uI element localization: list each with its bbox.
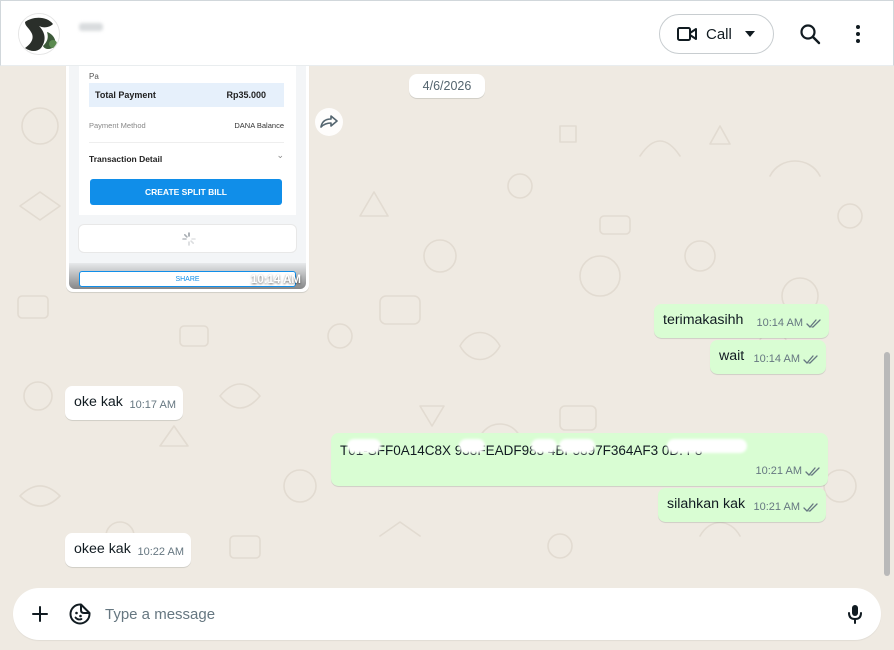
image-message-receipt[interactable]: Pa Total Payment Rp35.000 Payment Method… <box>66 66 309 292</box>
redaction-mark <box>531 439 557 453</box>
receipt-split-bill-button: CREATE SPLIT BILL <box>90 179 282 205</box>
redaction-mark <box>559 439 595 453</box>
receipt-detail-label: Transaction Detail <box>89 154 163 164</box>
message-time: 10:14 AM <box>756 317 803 329</box>
call-button-label: Call <box>706 25 732 43</box>
message-text: wait <box>719 348 745 364</box>
menu-kebab-icon[interactable] <box>846 22 870 46</box>
receipt-method-value: DANA Balance <box>234 121 284 130</box>
message-outgoing[interactable]: T01-SFF0A14C8X 938FEADF983 4BF5897F364AF… <box>331 433 828 486</box>
read-ticks-icon <box>803 502 818 512</box>
chat-scrollbar[interactable] <box>884 352 890 576</box>
message-meta: 10:21 AM <box>756 462 821 481</box>
chevron-down-icon <box>744 31 755 37</box>
receipt-card: Pa Total Payment Rp35.000 Payment Method… <box>79 66 296 215</box>
receipt-total-row: Total Payment Rp35.000 <box>89 83 284 107</box>
message-meta: 10:17 AM <box>130 396 176 415</box>
contact-avatar[interactable] <box>18 13 60 55</box>
image-message-time: 10:14 AM <box>250 274 301 286</box>
message-outgoing[interactable]: silahkan kak 10:21 AM <box>658 488 826 522</box>
redaction-mark <box>459 439 485 453</box>
message-time: 10:17 AM <box>129 399 176 411</box>
microphone-icon[interactable] <box>843 602 867 626</box>
message-incoming[interactable]: okee kak 10:22 AM <box>65 533 191 567</box>
receipt-partial-label: Pa <box>89 72 99 81</box>
sticker-icon[interactable] <box>68 602 92 626</box>
redaction-mark <box>347 439 381 453</box>
message-incoming[interactable]: oke kak 10:17 AM <box>65 386 183 420</box>
read-ticks-icon <box>805 466 820 476</box>
message-meta: 10:22 AM <box>138 543 184 562</box>
message-time: 10:14 AM <box>753 353 800 365</box>
chat-header: ... Call <box>0 0 894 66</box>
read-ticks-icon <box>806 318 821 328</box>
message-text: oke kak <box>74 394 123 410</box>
forward-icon <box>320 115 338 128</box>
attach-plus-icon[interactable] <box>28 602 52 626</box>
forward-button[interactable] <box>315 108 343 136</box>
message-time: 10:22 AM <box>137 546 184 558</box>
message-text: okee kak <box>74 541 131 557</box>
message-time: 10:21 AM <box>755 465 802 477</box>
message-meta: 10:14 AM <box>757 314 822 333</box>
receipt-total-value: Rp35.000 <box>226 90 266 100</box>
message-meta: 10:14 AM <box>754 350 819 369</box>
avatar-image <box>19 14 59 54</box>
video-call-icon <box>677 27 697 41</box>
search-icon[interactable] <box>798 22 822 46</box>
message-meta: 10:21 AM <box>754 498 819 517</box>
receipt-divider <box>89 142 284 143</box>
loading-spinner-icon <box>182 232 196 246</box>
message-text: silahkan kak <box>667 496 746 512</box>
message-input[interactable] <box>105 600 805 628</box>
receipt-image: Pa Total Payment Rp35.000 Payment Method… <box>69 66 306 289</box>
message-text: terimakasihh <box>663 312 744 328</box>
composer-footer <box>0 584 894 650</box>
contact-name[interactable]: ... <box>79 23 103 31</box>
receipt-method-label: Payment Method <box>89 121 146 130</box>
call-button[interactable]: Call <box>659 14 774 54</box>
redaction-mark <box>667 439 747 453</box>
message-time: 10:21 AM <box>753 501 800 513</box>
message-outgoing[interactable]: wait 10:14 AM <box>710 340 826 374</box>
date-chip: 4/6/2026 <box>409 74 485 98</box>
chat-area[interactable]: 4/6/2026 Pa Total Payment Rp35.000 Payme… <box>0 66 894 584</box>
receipt-total-label: Total Payment <box>95 90 156 100</box>
message-outgoing[interactable]: terimakasihh 10:14 AM <box>654 304 829 338</box>
message-composer <box>13 588 881 640</box>
receipt-loader-card <box>78 224 297 253</box>
read-ticks-icon <box>803 354 818 364</box>
receipt-chevron-icon: ⌄ <box>276 150 284 160</box>
